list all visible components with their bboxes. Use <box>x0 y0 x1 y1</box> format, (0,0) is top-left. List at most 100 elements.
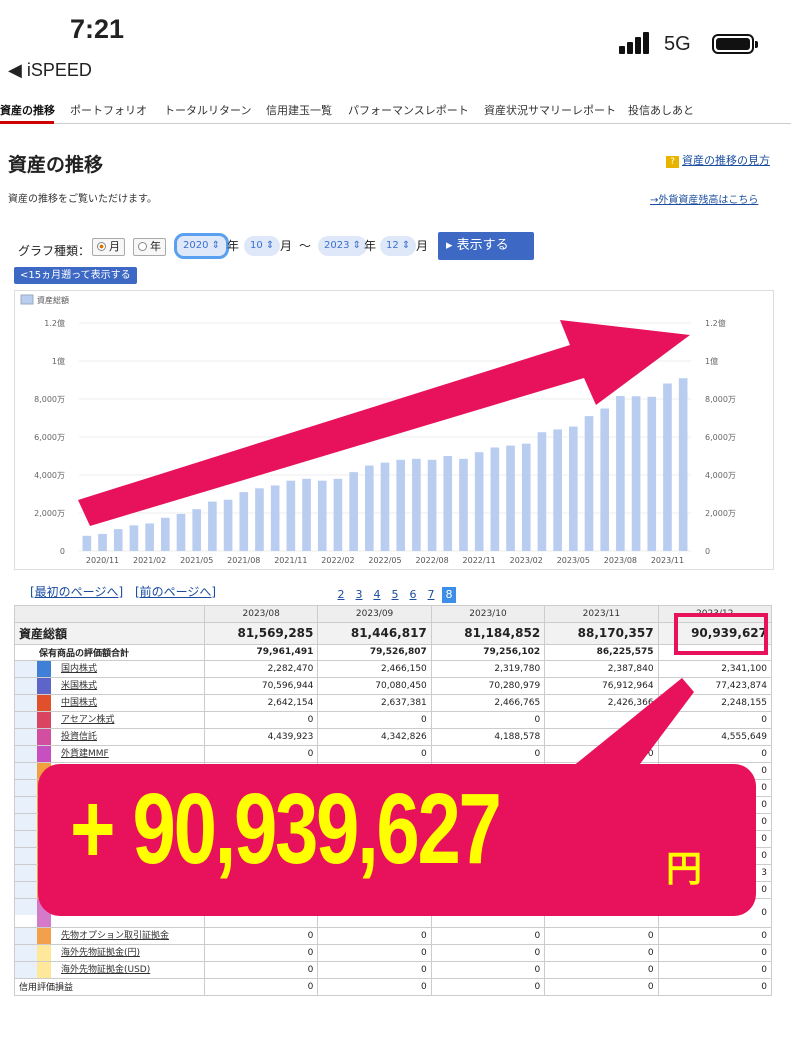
table-cell: 2,466,765 <box>430 694 546 712</box>
x-tick-label: 2023/11 <box>651 556 684 565</box>
x-tick-label: 2023/08 <box>604 556 637 565</box>
tab-summary-report[interactable]: 資産状況サマリーレポート <box>484 102 616 118</box>
page-link[interactable]: 7 <box>424 587 438 603</box>
row-label-text[interactable]: 国内株式 <box>61 664 97 674</box>
page-subtitle: 資産の推移をご覧いただけます。 <box>8 194 157 205</box>
chart-bar <box>176 513 186 551</box>
from-year-select[interactable]: 2020 ⇕ <box>174 233 230 259</box>
table-cell: 0 <box>203 745 319 763</box>
current-page: 8 <box>442 587 456 603</box>
table-cell: 2,426,366 <box>544 694 659 712</box>
row-label-text[interactable]: 中国株式 <box>61 698 97 708</box>
category-color-swatch <box>37 729 51 745</box>
y-tick-label-right: 1.2億 <box>705 318 726 328</box>
y-tick-label-left: 6,000万 <box>34 433 65 442</box>
column-header: 2023/11 <box>544 605 659 623</box>
chart-bar <box>302 478 311 551</box>
to-year-value: 2023 <box>324 240 350 251</box>
row-indent <box>15 712 37 728</box>
category-color-swatch <box>37 678 51 694</box>
status-bar: 7:21 ◀ iSPEED 5G <box>0 0 791 96</box>
table-cell: 0 <box>317 944 432 962</box>
row-label-text: 信用評価損益 <box>19 983 74 994</box>
table-row: 信用評価損益 0 0 0 0 0 <box>14 978 773 996</box>
row-indent <box>15 695 37 711</box>
category-color-swatch <box>37 661 51 677</box>
table-cell: 0 <box>430 944 546 962</box>
row-label-text[interactable]: 投資信託 <box>61 732 97 742</box>
category-color-swatch <box>37 928 51 944</box>
x-tick-label: 2023/02 <box>510 556 543 565</box>
tab-portfolio[interactable]: ポートフォリオ <box>70 102 147 118</box>
from-month-select[interactable]: 10 ⇕ <box>244 236 281 256</box>
y-tick-label-right: 0 <box>705 547 710 556</box>
unit-month-1: 月 <box>280 239 293 253</box>
page-link[interactable]: 6 <box>406 587 420 603</box>
chart-bar <box>459 458 468 551</box>
show-button[interactable]: ▸ 表示する <box>438 232 534 260</box>
tab-performance-report[interactable]: パフォーマンスレポート <box>348 102 469 118</box>
tab-total-return[interactable]: トータルリターン <box>164 102 251 118</box>
table-cell: 0 <box>657 745 773 763</box>
row-indent <box>15 945 37 961</box>
table-cell: 88,170,357 <box>544 621 659 645</box>
radio-month[interactable]: 月 <box>92 238 125 256</box>
category-color-swatch <box>37 746 51 762</box>
row-label-text[interactable]: アセアン株式 <box>61 715 114 725</box>
page-link[interactable]: 2 <box>334 587 348 603</box>
table-header-row: 2023/08 2023/09 2023/10 2023/11 2023/12 <box>14 605 773 623</box>
chart-bar <box>239 492 249 551</box>
to-month-select[interactable]: 12 ⇕ <box>380 236 417 256</box>
help-link[interactable]: ? 資産の推移の見方 <box>666 152 770 168</box>
page-link[interactable]: 4 <box>370 587 384 603</box>
row-label-text[interactable]: 外貨建MMF <box>61 749 109 759</box>
back-to-app-link[interactable]: ◀ iSPEED <box>8 60 92 81</box>
page-link[interactable]: 3 <box>352 587 366 603</box>
y-tick-label-left: 1億 <box>52 356 65 366</box>
table-cell: 2,282,470 <box>203 660 319 678</box>
first-page-link[interactable]: [最初のページへ] <box>30 585 123 599</box>
to-year-select[interactable]: 2023 ⇕ <box>318 236 368 256</box>
chart-bar <box>647 396 657 551</box>
fx-balance-link[interactable]: →外貨資産残高はこちら <box>650 191 758 206</box>
unit-month-2: 月 <box>416 239 429 253</box>
x-tick-label: 2021/05 <box>180 556 213 565</box>
tab-margin-positions[interactable]: 信用建玉一覧 <box>266 102 332 118</box>
chart-bar <box>208 501 217 551</box>
chart-bar <box>82 535 92 551</box>
table-cell: 0 <box>203 978 319 996</box>
chart-bar <box>317 480 327 551</box>
row-indent <box>15 678 37 694</box>
table-cell: 4,439,923 <box>203 728 319 746</box>
tab-asset-history[interactable]: 資産の推移 <box>0 102 55 118</box>
row-label-text[interactable]: 米国株式 <box>61 681 97 691</box>
row-label: 海外先物証拠金(円) <box>14 944 205 962</box>
column-header: 2023/09 <box>317 605 432 623</box>
tab-fund-history[interactable]: 投信あしあと <box>628 102 694 118</box>
chart-bar <box>145 523 154 551</box>
prev-page-link[interactable]: [前のページへ] <box>135 585 216 599</box>
radio-year[interactable]: 年 <box>133 238 166 256</box>
chart-bar <box>286 480 296 551</box>
row-label: 先物オプション取引証拠金 <box>14 927 205 945</box>
table-cell: 0 <box>317 927 432 945</box>
column-header: 2023/08 <box>203 605 319 623</box>
table-cell: 0 <box>657 927 773 945</box>
chart-bar <box>537 432 547 551</box>
chart-bar <box>490 447 500 551</box>
chart-bar <box>255 488 264 551</box>
row-label: 保有商品の評価額合計 <box>14 643 205 661</box>
chart-bar <box>568 426 578 551</box>
table-row: 保有商品の評価額合計 79,961,491 79,526,807 79,256,102… <box>14 643 773 661</box>
chart-bar <box>364 465 374 551</box>
table-cell: 0 <box>203 961 319 979</box>
back-15-months-button[interactable]: <15ヵ月遡って表示する <box>14 267 137 284</box>
table-row: 米国株式 70,596,944 70,080,450 70,280,979 76,912… <box>14 677 773 695</box>
row-label-text[interactable]: 海外先物証拠金(USD) <box>61 965 150 975</box>
row-indent <box>15 661 37 677</box>
row-label-text[interactable]: 先物オプション取引証拠金 <box>61 931 169 941</box>
table-cell: 0 <box>657 711 773 729</box>
page-link[interactable]: 5 <box>388 587 402 603</box>
row-label-text[interactable]: 海外先物証拠金(円) <box>61 948 140 958</box>
table-cell: 0 <box>317 711 432 729</box>
